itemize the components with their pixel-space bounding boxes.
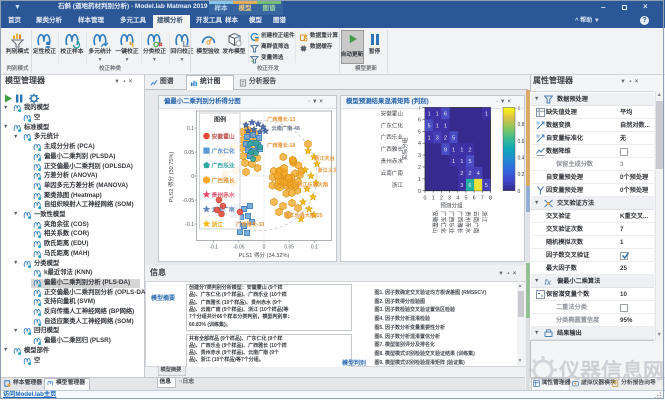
svg-text:贵州赤水: 贵州赤水 bbox=[212, 191, 235, 199]
svg-text:0: 0 bbox=[263, 245, 266, 251]
svg-text:1: 1 bbox=[485, 112, 488, 118]
svg-text:预测分组: 预测分组 bbox=[440, 202, 463, 210]
svg-text:PLS2 得分 (30.75%): PLS2 得分 (30.75%) bbox=[167, 152, 175, 203]
svg-text:2: 2 bbox=[469, 171, 472, 177]
svg-text:0.1: 0.1 bbox=[187, 126, 194, 132]
svg-text:fx: fx bbox=[545, 277, 552, 286]
svg-text:浙江: 浙江 bbox=[212, 220, 224, 228]
svg-text:浙江: 浙江 bbox=[392, 181, 404, 189]
svg-text:3: 3 bbox=[448, 196, 451, 202]
svg-text:1: 1 bbox=[452, 159, 455, 165]
svg-text:1: 1 bbox=[436, 124, 439, 130]
svg-text:浙江义乌: 浙江义乌 bbox=[318, 166, 337, 174]
svg-text:云南广南: 云南广南 bbox=[472, 211, 480, 234]
svg-text:安徽霍山: 安徽霍山 bbox=[212, 132, 235, 140]
svg-text:广西乐业: 广西乐业 bbox=[212, 162, 235, 170]
svg-text:1: 1 bbox=[452, 147, 455, 153]
svg-text:2: 2 bbox=[418, 165, 421, 171]
svg-text:5: 5 bbox=[485, 183, 488, 189]
svg-text:0.05: 0.05 bbox=[284, 245, 294, 251]
svg-text:6: 6 bbox=[444, 112, 447, 118]
svg-text:图例: 图例 bbox=[214, 116, 226, 124]
svg-text:广东仁化: 广东仁化 bbox=[212, 147, 235, 155]
svg-text:4: 4 bbox=[418, 141, 421, 147]
svg-text:2: 2 bbox=[440, 196, 443, 202]
svg-text:广西雅长-13: 广西雅长-13 bbox=[267, 115, 295, 123]
svg-text:实际分组: 实际分组 bbox=[401, 137, 409, 160]
svg-text:9: 9 bbox=[444, 147, 447, 153]
svg-text:0.05: 0.05 bbox=[184, 150, 194, 156]
svg-text:-0.1: -0.1 bbox=[209, 245, 218, 251]
svg-text:广西雅长-18: 广西雅长-18 bbox=[267, 141, 295, 149]
svg-text:-0.1: -0.1 bbox=[185, 222, 194, 228]
svg-text:4: 4 bbox=[456, 196, 459, 202]
svg-text:3: 3 bbox=[436, 135, 439, 141]
svg-text:1: 1 bbox=[418, 177, 421, 183]
svg-text:3: 3 bbox=[418, 153, 421, 159]
svg-text:0.1: 0.1 bbox=[311, 245, 318, 251]
svg-text:6: 6 bbox=[473, 196, 476, 202]
svg-text:5: 5 bbox=[418, 129, 421, 135]
svg-text:1: 1 bbox=[460, 159, 463, 165]
svg-text:-0.05: -0.05 bbox=[183, 198, 195, 204]
svg-text:PLS1 得分 (34.32%): PLS1 得分 (34.32%) bbox=[239, 251, 290, 259]
svg-text:7: 7 bbox=[481, 196, 484, 202]
svg-text:1: 1 bbox=[444, 124, 447, 130]
svg-text:1: 1 bbox=[432, 196, 435, 202]
svg-text:0.4: 0.4 bbox=[518, 155, 525, 161]
svg-text:浙江乐清大荆: 浙江乐清大荆 bbox=[297, 181, 328, 189]
svg-text:3: 3 bbox=[460, 183, 463, 189]
svg-text:广西雅长-33: 广西雅长-33 bbox=[236, 220, 264, 228]
svg-text:4: 4 bbox=[477, 171, 480, 177]
svg-text:5: 5 bbox=[469, 159, 472, 165]
svg-text:1: 1 bbox=[460, 147, 463, 153]
svg-text:浙江: 浙江 bbox=[480, 211, 488, 223]
svg-text:2: 2 bbox=[469, 147, 472, 153]
svg-text:6: 6 bbox=[469, 183, 472, 189]
svg-text:浙江天台: 浙江天台 bbox=[314, 154, 335, 162]
svg-text:安徽霍山: 安徽霍山 bbox=[431, 211, 439, 233]
svg-text:0: 0 bbox=[418, 189, 421, 195]
svg-text:0: 0 bbox=[424, 196, 427, 202]
svg-text:-0.05: -0.05 bbox=[233, 245, 245, 251]
svg-text:7: 7 bbox=[418, 106, 421, 112]
svg-text:广西雅长: 广西雅长 bbox=[212, 176, 235, 184]
svg-text:贵州赤水: 贵州赤水 bbox=[381, 157, 404, 165]
svg-text:1: 1 bbox=[428, 112, 431, 118]
svg-text:贵州赤水: 贵州赤水 bbox=[464, 211, 472, 234]
svg-text:0: 0 bbox=[518, 189, 521, 195]
svg-text:8: 8 bbox=[489, 196, 492, 202]
svg-text:广西乐业: 广西乐业 bbox=[381, 133, 404, 141]
svg-text:云南广南: 云南广南 bbox=[381, 169, 404, 177]
svg-text:广东仁化: 广东仁化 bbox=[381, 121, 404, 129]
svg-text:0.8: 0.8 bbox=[518, 122, 525, 128]
svg-text:广西雅长: 广西雅长 bbox=[456, 211, 464, 234]
svg-text:5: 5 bbox=[452, 135, 455, 141]
svg-text:0: 0 bbox=[191, 174, 194, 180]
svg-text:广西雅长: 广西雅长 bbox=[381, 145, 404, 153]
svg-text:1: 1 bbox=[436, 112, 439, 118]
svg-text:0.6: 0.6 bbox=[518, 139, 525, 145]
svg-text:1: 1 bbox=[518, 106, 521, 112]
svg-text:浙江乐清大荆-25: 浙江乐清大荆-25 bbox=[284, 211, 323, 219]
svg-text:0.2: 0.2 bbox=[518, 172, 525, 178]
svg-text:6: 6 bbox=[418, 117, 421, 123]
svg-text:安徽霍山: 安徽霍山 bbox=[381, 109, 403, 117]
svg-text:2: 2 bbox=[444, 135, 447, 141]
svg-text:云南广南-48: 云南广南-48 bbox=[272, 124, 300, 132]
svg-text:5: 5 bbox=[428, 124, 431, 130]
svg-text:5: 5 bbox=[464, 196, 467, 202]
svg-text:广东仁化: 广东仁化 bbox=[439, 211, 447, 234]
svg-text:1: 1 bbox=[428, 135, 431, 141]
svg-text:广西乐业: 广西乐业 bbox=[448, 211, 456, 234]
svg-text:2: 2 bbox=[460, 171, 463, 177]
